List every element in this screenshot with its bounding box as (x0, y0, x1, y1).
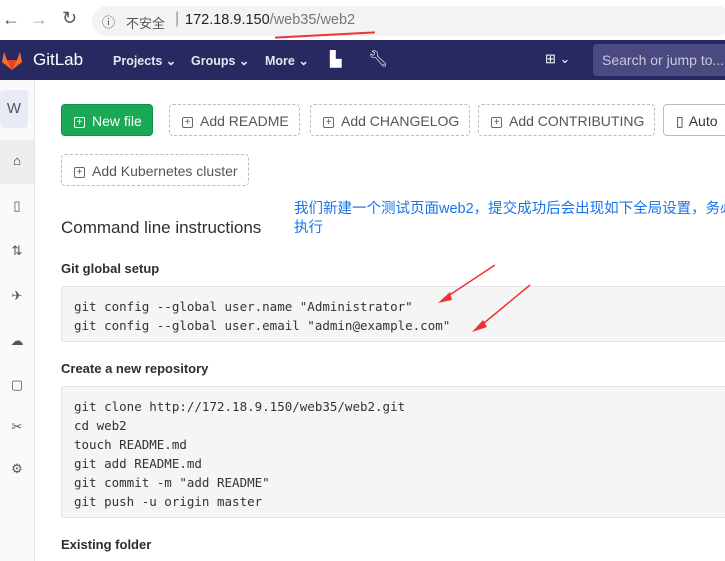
label: Add CHANGELOG (341, 113, 460, 129)
operations-icon[interactable]: ☁ (0, 333, 34, 349)
url: 172.18.9.150/web35/web2 (185, 12, 355, 28)
add-changelog-button[interactable]: + Add CHANGELOG (310, 104, 471, 136)
info-icon: ⓘ (102, 15, 116, 30)
label: Auto (688, 113, 718, 129)
home-icon[interactable]: ⌂ (0, 153, 34, 168)
browser-toolbar: ← → ↻ ⓘ 不安全 | 172.18.9.150/web35/web2 (0, 0, 725, 40)
reload-icon[interactable]: ↻ (62, 8, 77, 29)
project-avatar[interactable]: W (0, 90, 28, 128)
new-plus-icon[interactable]: ⊞ ⌄ (545, 51, 570, 67)
settings-icon[interactable]: ⚙ (0, 461, 34, 477)
code-block[interactable]: git clone http://172.18.9.150/web35/web2… (61, 386, 725, 518)
auto-devops-button[interactable]: ▯ Auto (663, 104, 725, 136)
url-path: /web35/web2 (269, 12, 356, 28)
annotation-text: 我们新建一个测试页面web2，提交成功后会出现如下全局设置，务必执行 (294, 201, 725, 236)
code-block[interactable]: git config --global user.name "Administr… (61, 286, 725, 342)
section-heading: Git global setup (61, 261, 160, 276)
search-input[interactable]: Search or jump to... (593, 44, 725, 76)
label: Add CONTRIBUTING (509, 113, 645, 129)
section-heading: Create a new repository (61, 361, 209, 376)
url-host: 172.18.9.150 (185, 12, 270, 28)
activity-chart-icon[interactable]: ▙ (330, 50, 342, 68)
add-kubernetes-button[interactable]: + Add Kubernetes cluster (61, 154, 249, 186)
nav-projects[interactable]: Projects ⌄ (113, 53, 176, 68)
section-heading: Existing folder (61, 537, 152, 552)
new-file-button[interactable]: + New file (61, 104, 153, 136)
nav-groups[interactable]: Groups ⌄ (191, 53, 249, 68)
gitlab-logo-icon[interactable] (0, 48, 24, 72)
label: Add README (200, 113, 289, 129)
brand[interactable]: GitLab (33, 50, 83, 70)
merge-request-icon[interactable]: ⇅ (0, 243, 34, 259)
annotation-arrows (438, 264, 531, 332)
file-icon: ▯ (676, 113, 684, 129)
top-navbar: GitLab Projects ⌄ Groups ⌄ More ⌄ ▙ 🔧︎ ⊞… (0, 40, 725, 80)
forward-icon[interactable]: → (30, 9, 48, 30)
label: Add Kubernetes cluster (92, 163, 238, 179)
wiki-icon[interactable]: ▢ (0, 377, 34, 393)
add-readme-button[interactable]: + Add README (169, 104, 300, 136)
sidebar: W ⌂ ▯ ⇅ ✈ ☁ ▢ ✂ ⚙ (0, 80, 35, 561)
back-icon[interactable]: ← (2, 9, 20, 30)
address-bar[interactable]: ⓘ 不安全 | 172.18.9.150/web35/web2 (92, 6, 725, 36)
wrench-icon[interactable]: 🔧︎ (368, 49, 388, 69)
page-title: Command line instructions (61, 218, 262, 237)
issues-icon[interactable]: ▯ (0, 198, 34, 214)
nav-more[interactable]: More ⌄ (265, 53, 309, 68)
security-label: 不安全 (126, 16, 166, 31)
add-contributing-button[interactable]: + Add CONTRIBUTING (478, 104, 656, 136)
new-file-label: New file (92, 113, 142, 129)
snippets-icon[interactable]: ✂ (0, 419, 34, 435)
rocket-icon[interactable]: ✈ (0, 288, 34, 304)
divider: | (175, 10, 180, 27)
